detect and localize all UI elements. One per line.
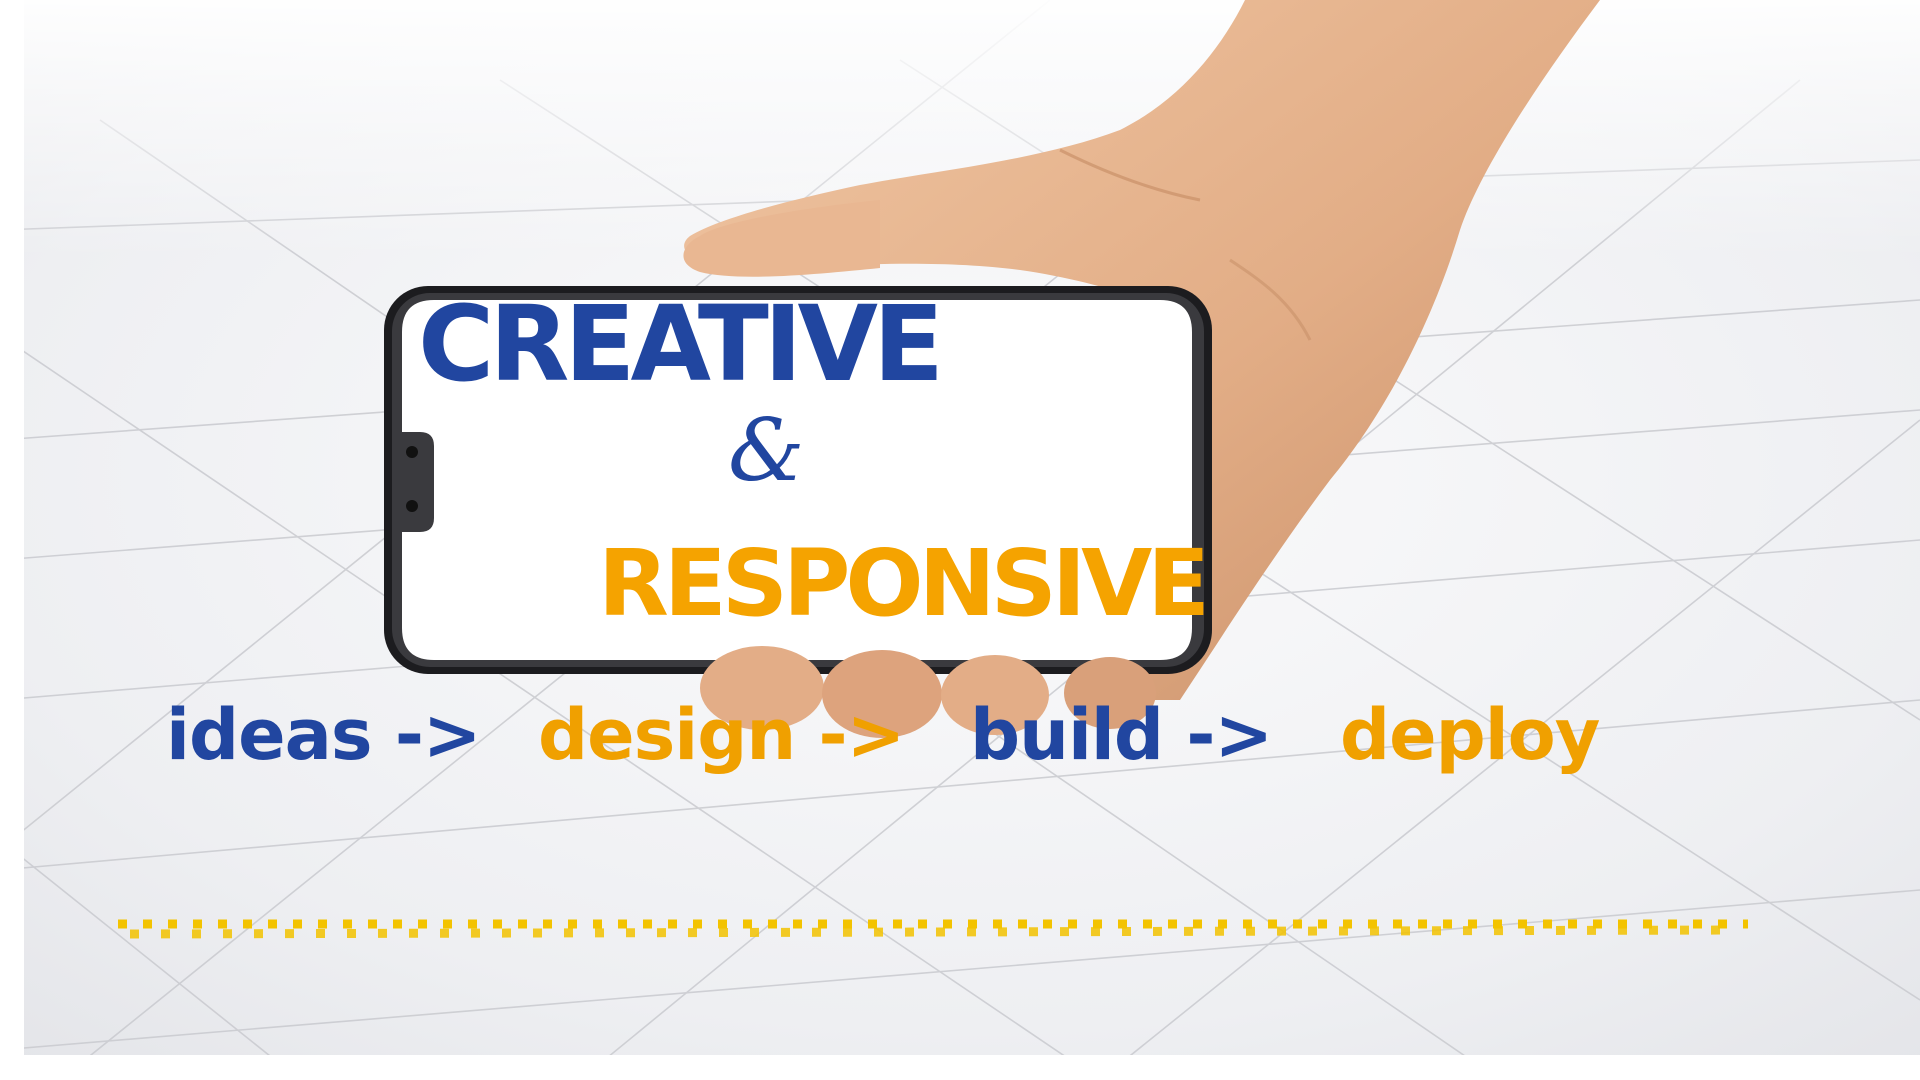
headline-responsive: RESPONSIVE	[598, 530, 1210, 637]
step-design: design ->	[538, 694, 905, 776]
step-deploy: deploy	[1340, 694, 1600, 776]
ampersand-script: &	[728, 401, 805, 501]
step-build: build ->	[970, 694, 1273, 776]
step-ideas: ideas ->	[166, 694, 482, 776]
headline-creative: CREATIVE	[418, 283, 944, 405]
